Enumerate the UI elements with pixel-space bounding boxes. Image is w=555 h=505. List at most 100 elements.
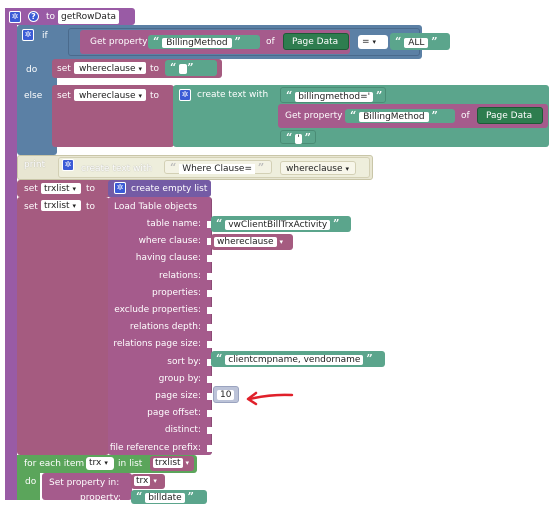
input-socket[interactable] — [207, 341, 212, 349]
number-field[interactable]: 10 — [217, 390, 235, 400]
text-field[interactable]: clientcmpname, vendorname — [225, 355, 364, 365]
red-arrow-annotation — [246, 391, 294, 406]
input-socket[interactable] — [207, 393, 212, 400]
of-label: of — [461, 111, 470, 121]
text-block[interactable]: “ vwClientBillTrxActivity ” — [211, 216, 351, 232]
gear-icon[interactable]: ✲ — [62, 159, 74, 171]
text-block[interactable]: “ billingmethod=' ” — [280, 87, 386, 103]
text-field[interactable]: BillingMethod — [162, 38, 232, 48]
quote-close: ” — [375, 89, 383, 102]
text-field[interactable]: billingmethod=' — [295, 92, 374, 102]
input-socket[interactable] — [207, 375, 212, 383]
param-label: where clause: — [138, 236, 201, 247]
variable-name: trx — [134, 476, 151, 486]
variable-dropdown[interactable]: trxlist ▾ — [40, 199, 82, 212]
text-block[interactable]: “ ALL ” — [390, 33, 450, 50]
text-block[interactable]: “ BillingMethod ” — [148, 35, 260, 49]
to-label: to — [150, 91, 160, 101]
get-property-label: Get property — [90, 37, 148, 47]
gear-icon[interactable]: ✲ — [9, 11, 21, 23]
text-block[interactable]: “ BillingMethod ” — [345, 109, 455, 123]
variable-name: whereclause — [286, 164, 343, 174]
operator-dropdown[interactable]: = ▾ — [358, 35, 388, 49]
operator-value: = — [362, 37, 370, 47]
input-socket[interactable] — [207, 272, 212, 280]
else-label: else — [24, 91, 43, 101]
text-field[interactable]: billdate — [145, 493, 185, 503]
variable-getter[interactable]: whereclause ▾ — [211, 234, 293, 250]
quote-close: ” — [333, 217, 340, 230]
text-block[interactable]: “ billdate ” — [131, 490, 207, 504]
set-variable-block[interactable] — [17, 197, 109, 455]
input-socket[interactable] — [207, 289, 212, 297]
variable-dropdown[interactable]: whereclause ▾ — [280, 161, 356, 175]
text-block[interactable]: “ ” — [165, 60, 217, 76]
text-field[interactable]: ' — [295, 134, 302, 144]
component-block[interactable]: Page Data — [477, 107, 543, 124]
quote-close: ” — [431, 109, 438, 122]
variable-getter[interactable]: trx ▾ — [131, 474, 165, 489]
quote-open: “ — [170, 61, 177, 74]
component-block[interactable]: Page Data — [283, 33, 349, 50]
quote-open: “ — [286, 89, 293, 102]
number-block[interactable]: 10 — [213, 386, 239, 403]
for-each-label: for each item — [24, 459, 85, 469]
param-label: page size: — [155, 391, 201, 401]
in-list-label: in list — [118, 459, 143, 469]
create-text-label: create text with — [197, 90, 269, 100]
help-icon[interactable]: ? — [28, 11, 39, 22]
input-socket[interactable] — [207, 324, 212, 332]
variable-getter[interactable]: trxlist ▾ — [150, 456, 194, 471]
set-label: set — [57, 91, 71, 101]
create-text-label: create text with — [81, 164, 153, 174]
variable-field[interactable]: trx ▾ — [86, 457, 114, 470]
for-each-do-label: do — [25, 477, 37, 487]
gear-icon[interactable]: ✲ — [22, 29, 34, 41]
gear-icon[interactable]: ✲ — [179, 89, 191, 101]
variable-name: trxlist — [153, 458, 183, 468]
quote-close: ” — [234, 35, 241, 48]
set-label: set — [24, 202, 38, 212]
variable-dropdown[interactable]: whereclause ▾ — [73, 61, 147, 75]
if-label: if — [42, 31, 48, 41]
param-label: having clause: — [135, 253, 201, 264]
set-property-label: Set property in: — [49, 478, 120, 488]
to-label: to — [86, 184, 96, 194]
input-socket[interactable] — [207, 410, 212, 418]
quote-close: ” — [187, 61, 194, 74]
set-label: set — [24, 184, 38, 194]
quote-open: “ — [170, 161, 177, 174]
param-label: distinct: — [164, 425, 201, 436]
variable-name: trxlist — [44, 184, 70, 194]
property-label: property: — [80, 493, 121, 503]
param-label: properties: — [152, 287, 201, 298]
procedure-name-field[interactable]: getRowData — [58, 10, 119, 24]
text-field[interactable] — [179, 64, 188, 74]
quote-close: ” — [366, 352, 373, 365]
print-label: print — [24, 160, 46, 170]
text-block[interactable]: “ Where Clause= ” — [164, 160, 272, 174]
input-socket[interactable] — [207, 444, 212, 452]
quote-open: “ — [216, 352, 223, 365]
text-block[interactable]: “ clientcmpname, vendorname ” — [211, 351, 385, 367]
of-label: of — [266, 37, 275, 47]
param-label: relations depth: — [129, 322, 201, 333]
gear-icon[interactable]: ✲ — [114, 182, 126, 194]
input-socket[interactable] — [207, 307, 212, 314]
text-field[interactable]: ALL — [404, 38, 429, 48]
text-block[interactable]: “ ' ” — [280, 130, 316, 144]
input-socket[interactable] — [207, 427, 212, 435]
procedure-body-bar — [5, 8, 17, 500]
variable-dropdown[interactable]: whereclause ▾ — [73, 88, 147, 102]
load-table-title: Load Table objects — [114, 202, 198, 212]
variable-name: whereclause — [214, 237, 277, 247]
input-socket[interactable] — [207, 255, 212, 263]
variable-dropdown[interactable]: trxlist ▾ — [40, 182, 82, 195]
set-label: set — [57, 64, 71, 74]
to-label: to — [86, 202, 96, 212]
text-field[interactable]: Where Clause= — [179, 164, 256, 174]
text-field[interactable]: BillingMethod — [359, 112, 429, 122]
to-label: to — [150, 64, 160, 74]
param-label: table name: — [146, 219, 201, 229]
text-field[interactable]: vwClientBillTrxActivity — [225, 220, 331, 230]
